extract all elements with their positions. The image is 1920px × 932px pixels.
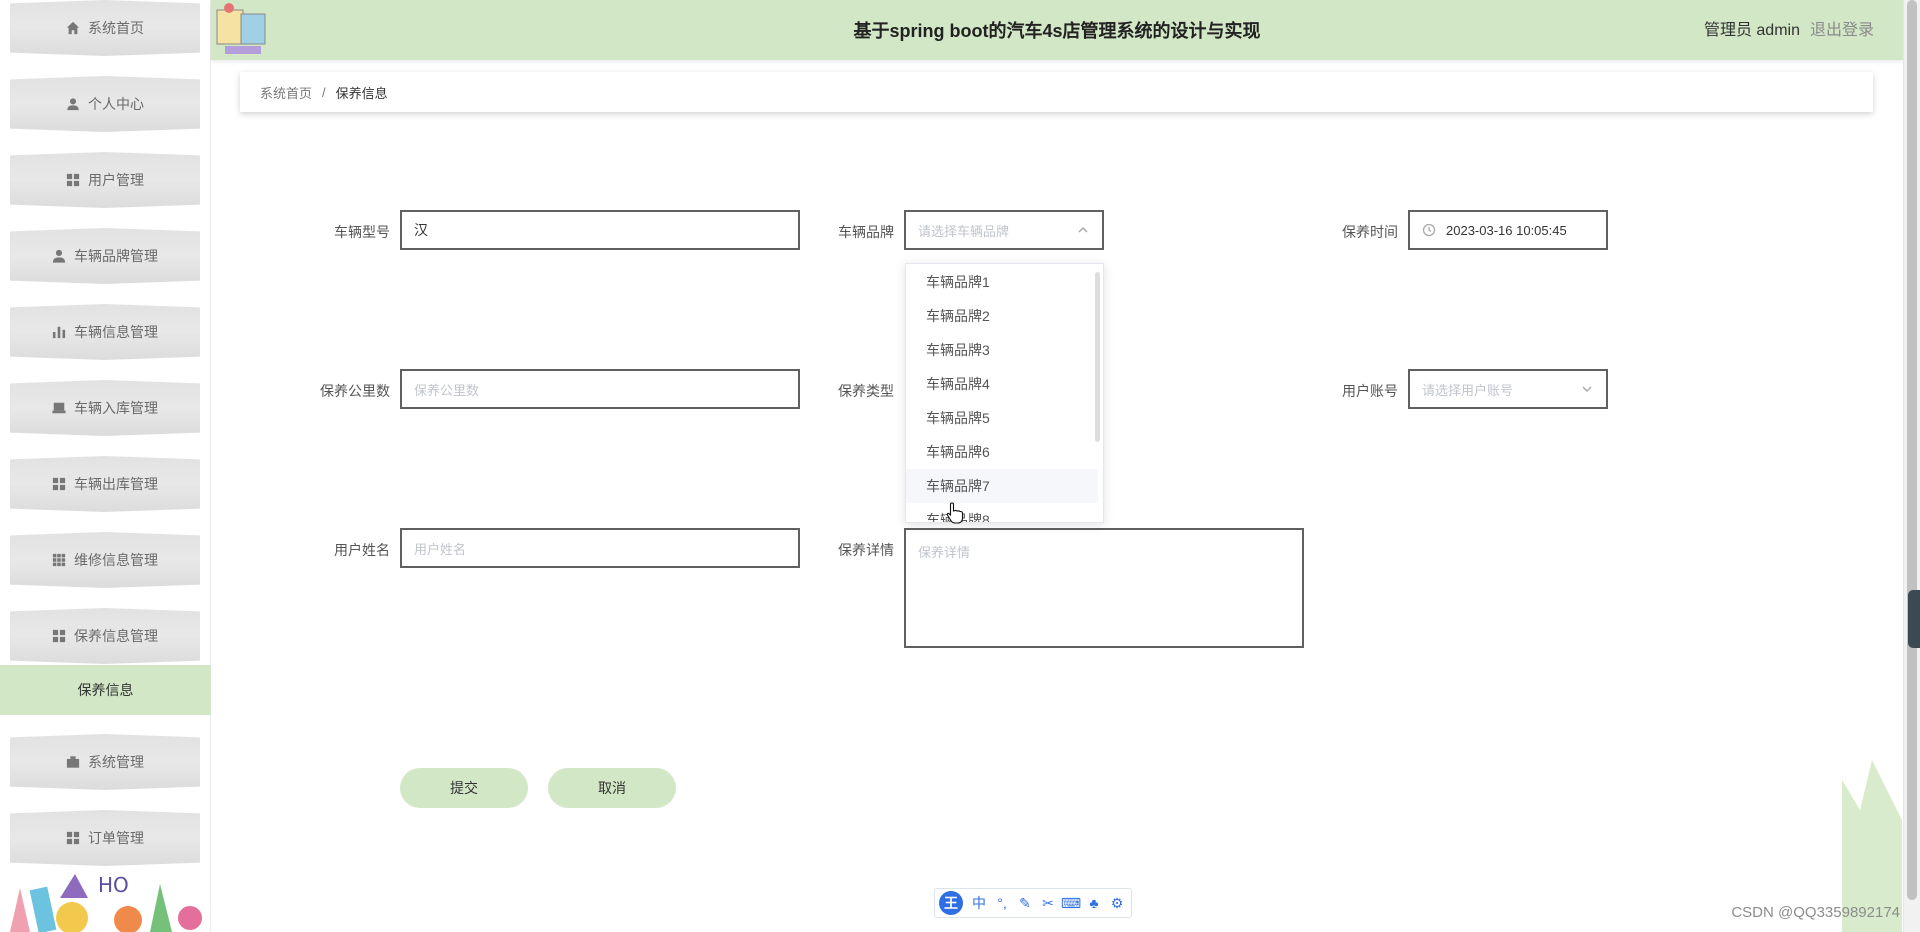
breadcrumb-current: 保养信息 — [335, 85, 388, 101]
grid-icon — [66, 831, 80, 845]
sidebar-item-profile[interactable]: 个人中心 — [10, 76, 200, 132]
chevron-up-icon — [1076, 223, 1090, 237]
time-value: 2023-03-16 10:05:45 — [1446, 222, 1567, 238]
brand-select[interactable]: 请选择车辆品牌 — [904, 210, 1104, 250]
breadcrumb-separator: / — [322, 84, 326, 100]
sidebar-item-home[interactable]: 系统首页 — [10, 0, 200, 56]
grid-icon — [52, 629, 66, 643]
sidebar-item-label: 车辆品牌管理 — [74, 248, 158, 264]
home-icon — [66, 21, 80, 35]
page-scrollbar[interactable] — [1903, 0, 1920, 932]
hand-cursor-icon — [946, 502, 964, 524]
mileage-label: 保养公里数 — [320, 383, 390, 399]
brand-dropdown: 车辆品牌1 车辆品牌2 车辆品牌3 车辆品牌4 车辆品牌5 车辆品牌6 车辆品牌… — [905, 263, 1104, 523]
sidebar-item-label: 保养信息管理 — [74, 628, 158, 644]
briefcase-icon — [66, 755, 80, 769]
sidebar-item-brand[interactable]: 车辆品牌管理 — [10, 228, 200, 284]
dropdown-option[interactable]: 车辆品牌2 — [906, 299, 1098, 333]
dropdown-option[interactable]: 车辆品牌3 — [906, 333, 1098, 367]
detail-textarea[interactable]: 保养详情 — [904, 528, 1304, 648]
breadcrumb-home[interactable]: 系统首页 — [260, 83, 312, 102]
ime-toolbar: 王 中 °, ✎ ✂ ⌨ ♣ ⚙ — [934, 888, 1132, 918]
sidebar-item-label: 车辆入库管理 — [74, 400, 158, 416]
sidebar-subitem-label: 保养信息 — [77, 682, 134, 698]
brand-placeholder: 请选择车辆品牌 — [918, 223, 1010, 239]
sidebar-item-system[interactable]: 系统管理 — [10, 734, 200, 790]
cancel-button[interactable]: 取消 — [548, 768, 676, 808]
model-label: 车辆型号 — [334, 224, 390, 240]
sidebar-item-label: 车辆信息管理 — [74, 324, 158, 340]
person-icon — [66, 97, 80, 111]
time-label: 保养时间 — [1342, 224, 1398, 240]
keyboard-icon[interactable]: ⌨ — [1061, 893, 1081, 913]
clock-icon — [1422, 223, 1436, 237]
sidebar-item-label: 车辆出库管理 — [74, 476, 158, 492]
sidebar-item-users[interactable]: 用户管理 — [10, 152, 200, 208]
decorative-illustration: HO — [0, 868, 211, 932]
watermark: CSDN @QQ3359892174 — [1731, 904, 1900, 921]
user-area: 管理员 admin 退出登录 — [1704, 0, 1874, 60]
dropdown-scrollbar[interactable] — [1095, 272, 1100, 442]
sidebar-item-maintenance[interactable]: 保养信息管理 — [10, 608, 200, 664]
sidebar-item-label: 维修信息管理 — [74, 552, 158, 568]
scrollbar-thumb[interactable] — [1907, 0, 1917, 900]
detail-label: 保养详情 — [838, 542, 894, 558]
name-label: 用户姓名 — [334, 542, 390, 558]
dropdown-option[interactable]: 车辆品牌8 — [906, 503, 1098, 522]
dropdown-option[interactable]: 车辆品牌5 — [906, 401, 1098, 435]
sidebar-item-label: 订单管理 — [88, 830, 144, 846]
ime-language-toggle[interactable]: 中 — [969, 893, 989, 913]
model-input[interactable]: 汉 — [400, 210, 800, 250]
dropdown-option-hovered[interactable]: 车辆品牌7 — [906, 469, 1098, 503]
mileage-placeholder: 保养公里数 — [414, 382, 480, 398]
sidebar-item-label: 系统管理 — [88, 754, 144, 770]
scissors-icon[interactable]: ✂ — [1038, 893, 1058, 913]
breadcrumb: 系统首页 / 保养信息 — [240, 72, 1873, 112]
chevron-down-icon — [1580, 382, 1594, 396]
svg-text:HO: HO — [98, 873, 129, 897]
punctuation-icon[interactable]: °, — [992, 893, 1012, 913]
side-tab-handle[interactable] — [1908, 590, 1920, 648]
name-placeholder: 用户姓名 — [414, 541, 467, 557]
user-icon — [52, 249, 66, 263]
sidebar: 系统首页 个人中心 用户管理 车辆品牌管理 车辆信息管理 车辆入库管理 车辆出库… — [0, 0, 211, 932]
settings-icon[interactable]: ⚙ — [1107, 893, 1127, 913]
dropdown-option[interactable]: 车辆品牌1 — [906, 265, 1098, 299]
sidebar-item-stock-in[interactable]: 车辆入库管理 — [10, 380, 200, 436]
sidebar-item-orders[interactable]: 订单管理 — [10, 810, 200, 866]
dropdown-option[interactable]: 车辆品牌4 — [906, 367, 1098, 401]
sidebar-item-label: 个人中心 — [88, 96, 144, 112]
grid-icon — [66, 173, 80, 187]
account-select[interactable]: 请选择用户账号 — [1408, 369, 1608, 409]
pen-icon[interactable]: ✎ — [1015, 893, 1035, 913]
account-label: 用户账号 — [1342, 383, 1398, 399]
grid-icon — [52, 477, 66, 491]
sidebar-subitem-maintenance-info[interactable]: 保养信息 — [0, 665, 211, 715]
skin-icon[interactable]: ♣ — [1084, 893, 1104, 913]
mileage-input[interactable]: 保养公里数 — [400, 369, 800, 409]
sidebar-item-repair[interactable]: 维修信息管理 — [10, 532, 200, 588]
submit-button[interactable]: 提交 — [400, 768, 528, 808]
apps-icon — [52, 553, 66, 567]
detail-placeholder: 保养详情 — [918, 545, 971, 560]
name-input[interactable]: 用户姓名 — [400, 528, 800, 568]
sidebar-item-stock-out[interactable]: 车辆出库管理 — [10, 456, 200, 512]
brand-label: 车辆品牌 — [838, 224, 894, 240]
user-name: 管理员 admin — [1703, 22, 1800, 39]
page-title: 基于spring boot的汽车4s店管理系统的设计与实现 — [853, 21, 1261, 41]
type-label: 保养类型 — [838, 383, 894, 399]
account-placeholder: 请选择用户账号 — [1422, 382, 1514, 398]
time-picker[interactable]: 2023-03-16 10:05:45 — [1408, 210, 1608, 250]
printer-icon — [52, 401, 66, 415]
sidebar-item-label: 系统首页 — [88, 20, 144, 36]
logout-link[interactable]: 退出登录 — [1810, 22, 1874, 39]
sidebar-item-vehicle-info[interactable]: 车辆信息管理 — [10, 304, 200, 360]
ime-logo[interactable]: 王 — [939, 891, 963, 915]
model-value: 汉 — [414, 222, 428, 238]
sidebar-item-label: 用户管理 — [88, 172, 144, 188]
bar-chart-icon — [52, 325, 66, 339]
dropdown-option[interactable]: 车辆品牌6 — [906, 435, 1098, 469]
top-header: 基于spring boot的汽车4s店管理系统的设计与实现 管理员 admin 退… — [211, 0, 1903, 60]
